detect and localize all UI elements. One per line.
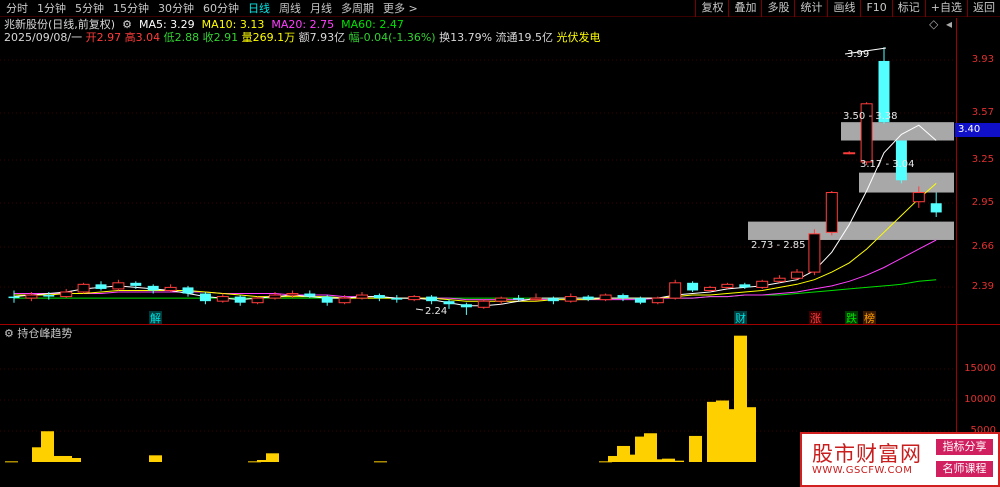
candle-body <box>460 304 472 308</box>
price-tick: 2.39 <box>971 281 994 292</box>
candle-body <box>147 285 159 291</box>
site-logo: 股市财富网 WWW.GSCFW.COM 指标分享 名师课程 <box>800 432 1000 487</box>
price-tick: 3.57 <box>971 107 994 118</box>
candle-body <box>269 294 281 299</box>
candle-body <box>477 300 490 308</box>
candle-body <box>8 296 20 299</box>
candle-body <box>739 284 751 288</box>
annotation-pointer <box>415 308 424 311</box>
indicator-bar <box>5 461 18 463</box>
candle-body <box>234 296 246 303</box>
candle-body <box>721 283 734 288</box>
candle-body <box>373 295 385 299</box>
candle-body <box>513 298 525 300</box>
candle-body <box>634 298 646 303</box>
candle-body <box>495 297 508 302</box>
candle-body <box>321 296 333 303</box>
marker-bang: 榜 <box>864 311 875 325</box>
candle-body <box>930 203 942 213</box>
candle-body <box>182 287 194 294</box>
candle-body <box>164 286 177 291</box>
indicator-tick: 15000 <box>964 363 996 374</box>
candle-body <box>391 298 403 300</box>
candle-body <box>199 293 211 302</box>
candle-body <box>60 291 73 298</box>
indicator-bar <box>671 460 684 462</box>
badge-teacher-course[interactable]: 名师课程 <box>936 461 993 477</box>
candle-body <box>547 298 559 302</box>
candle-body <box>791 271 803 279</box>
indicator-bar <box>149 455 162 462</box>
candle-body <box>338 297 351 304</box>
candle-body <box>43 295 55 297</box>
marker-jie: 解 <box>150 311 161 325</box>
candle-body <box>426 296 438 302</box>
candle-body <box>286 293 299 296</box>
candle-body <box>95 284 107 289</box>
logo-main-text: 股市财富网 <box>812 442 922 466</box>
candle-body <box>651 297 664 304</box>
current-price-label: 3.40 <box>955 123 1000 137</box>
annotation-zone1: 3.50 - 3.38 <box>843 111 898 122</box>
candle-body <box>756 280 769 288</box>
zone-band <box>748 221 954 240</box>
indicator-bar <box>266 453 279 462</box>
candle-body <box>912 192 925 203</box>
candle-body <box>112 282 125 290</box>
candle-body <box>408 296 421 301</box>
price-tick: 2.66 <box>971 241 994 252</box>
indicator-gear-icon[interactable]: ⚙ <box>4 327 14 340</box>
kline-chart[interactable]: 3.993.50 - 3.383.17 - 3.042.73 - 2.852.2… <box>0 0 1000 487</box>
indicator-bar <box>68 457 81 462</box>
candle-body <box>216 296 229 302</box>
price-tick: 3.25 <box>971 154 994 165</box>
candle-body <box>825 192 838 233</box>
candle-body <box>25 294 38 299</box>
indicator-title: ⚙ 持仓峰趋势 <box>4 327 72 341</box>
logo-url-text: WWW.GSCFW.COM <box>812 465 913 476</box>
indicator-bar <box>374 461 387 463</box>
indicator-bar <box>743 407 756 462</box>
candle-body <box>617 295 629 299</box>
annotation-low: 2.24 <box>425 306 447 317</box>
candle-body <box>599 294 612 301</box>
candle-body <box>530 297 542 301</box>
candle-body <box>773 277 786 282</box>
price-axis: 3.93 3.57 3.25 2.95 2.66 2.39 <box>956 18 1000 324</box>
candle-body <box>687 282 699 291</box>
candle-body <box>582 296 594 300</box>
candle-body <box>564 296 577 302</box>
price-tick: 3.93 <box>971 54 994 65</box>
candle-body <box>130 282 142 286</box>
annotation-zone3: 2.73 - 2.85 <box>751 240 806 251</box>
marker-die: 跌 <box>846 311 857 325</box>
badge-indicator-share[interactable]: 指标分享 <box>936 439 993 455</box>
candle-body <box>669 282 682 299</box>
candle-body <box>251 297 264 304</box>
candle-body <box>808 233 821 273</box>
candle-body <box>704 286 716 291</box>
zone-band <box>841 122 954 141</box>
indicator-bar <box>689 435 702 462</box>
indicator-tick: 10000 <box>964 394 996 405</box>
indicator-title-label: 持仓峰趋势 <box>17 327 73 340</box>
candle-body <box>77 283 90 293</box>
indicator-bar <box>644 433 657 462</box>
pane-divider[interactable] <box>0 324 1000 325</box>
candle-body <box>356 294 368 299</box>
marker-cai: 财 <box>735 311 746 325</box>
annotation-zone2: 3.17 - 3.04 <box>860 159 915 170</box>
candle-body <box>443 301 455 305</box>
candle-body <box>843 152 856 155</box>
candle-body <box>304 293 316 297</box>
price-tick: 2.95 <box>971 197 994 208</box>
